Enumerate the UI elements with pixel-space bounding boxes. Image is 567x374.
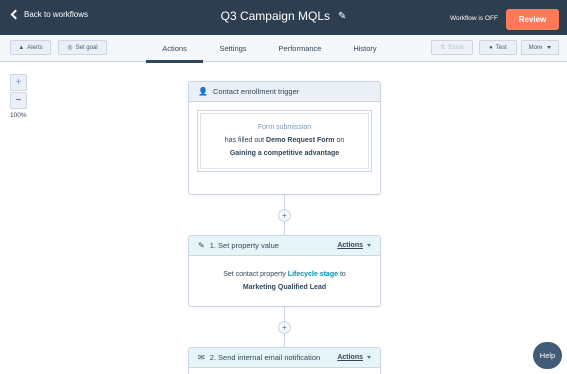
help-button[interactable]: Help [533,342,562,369]
minus-icon: − [15,95,22,106]
form-name: Demo Request Form [266,137,335,144]
zoom-level: 100% [10,112,27,119]
actions-dropdown[interactable]: Actions [337,354,371,361]
test-button[interactable]: ● Test [479,40,517,55]
enroll-icon: ⇅ [440,45,446,51]
plus-icon: + [282,211,287,220]
action-card-header: ✎ 1. Set property value Actions [189,236,380,256]
action-card-send-email[interactable]: ✉ 2. Send internal email notification Ac… [188,347,381,374]
test-label: Test [495,44,507,51]
set-goal-label: Set goal [75,44,98,51]
tab-actions[interactable]: Actions [146,35,203,63]
add-action-button[interactable]: + [278,321,291,334]
caret-down-icon [367,244,371,247]
workflow-subbar: ▲ Alerts ◎ Set goal Actions Settings Per… [0,35,567,63]
action-card-header: ✉ 2. Send internal email notification Ac… [189,348,380,368]
trigger-title: Contact enrollment trigger [212,87,300,96]
person-icon: 👤 [198,87,208,96]
person-icon: ● [489,44,493,51]
caret-down-icon [547,46,552,49]
tab-settings-label: Settings [219,44,247,53]
tab-performance-label: Performance [278,44,322,53]
actions-dropdown-label: Actions [337,354,363,361]
connector-line [284,195,285,209]
top-bar: Back to workflows Q3 Campaign MQLs ✎ Work… [0,0,567,35]
connector-line [284,334,285,348]
caret-down-icon [367,356,371,359]
pencil-icon[interactable]: ✎ [338,11,346,22]
alerts-label: Alerts [27,44,43,51]
connector-line [284,222,285,236]
filter-text-before: has filled out [224,137,265,144]
envelope-icon: ✉ [198,353,205,362]
enroll-button[interactable]: ⇅ Enroll [431,40,473,55]
more-dropdown[interactable]: More [521,40,559,55]
add-action-button[interactable]: + [278,209,291,222]
page-name: Gaining a competitive advantage [229,150,340,157]
trigger-card-header: 👤 Contact enrollment trigger [189,82,380,102]
plus-icon: + [15,77,22,88]
filter-type: Form submission [257,124,312,131]
enroll-label: Enroll [448,44,464,51]
zoom-in-button[interactable]: + [10,74,27,91]
edit-property-icon: ✎ [198,241,205,250]
zoom-out-button[interactable]: − [10,92,27,109]
tab-settings[interactable]: Settings [210,35,256,62]
tab-history-label: History [353,44,377,53]
warning-icon: ▲ [18,44,25,51]
action-text-to: to [339,271,346,278]
trigger-filter: Form submission has filled out Demo Requ… [200,113,369,169]
target-icon: ◎ [67,45,73,51]
workflow-title[interactable]: Q3 Campaign MQLs [221,9,330,23]
plus-icon: + [282,323,287,332]
connector-line [284,307,285,322]
enrollment-trigger-card[interactable]: 👤 Contact enrollment trigger Form submis… [188,81,381,195]
set-goal-button[interactable]: ◎ Set goal [58,40,107,55]
more-label: More [528,44,543,51]
workflow-status: Workflow is OFF [450,15,498,22]
tab-history[interactable]: History [344,35,386,62]
filter-description: has filled out Demo Request Form on [207,134,362,147]
alerts-button[interactable]: ▲ Alerts [10,40,51,55]
review-button[interactable]: Review [506,9,559,30]
tab-performance[interactable]: Performance [270,35,330,62]
property-link[interactable]: Lifecycle stage [288,271,338,278]
action-card-set-property[interactable]: ✎ 1. Set property value Actions Set cont… [188,235,381,307]
tab-actions-label: Actions [162,44,187,53]
actions-dropdown-label: Actions [337,242,363,249]
help-label: Help [539,351,556,360]
actions-dropdown[interactable]: Actions [337,242,371,249]
action-title: 1. Set property value [209,241,279,250]
action-text-before: Set contact property [223,271,286,278]
filter-text-on: on [336,137,345,144]
trigger-filter-box: Form submission has filled out Demo Requ… [197,110,372,172]
property-value: Marketing Qualified Lead [242,284,327,291]
action-body: Set contact property Lifecycle stage to … [189,256,380,306]
action-title: 2. Send internal email notification [209,353,321,362]
